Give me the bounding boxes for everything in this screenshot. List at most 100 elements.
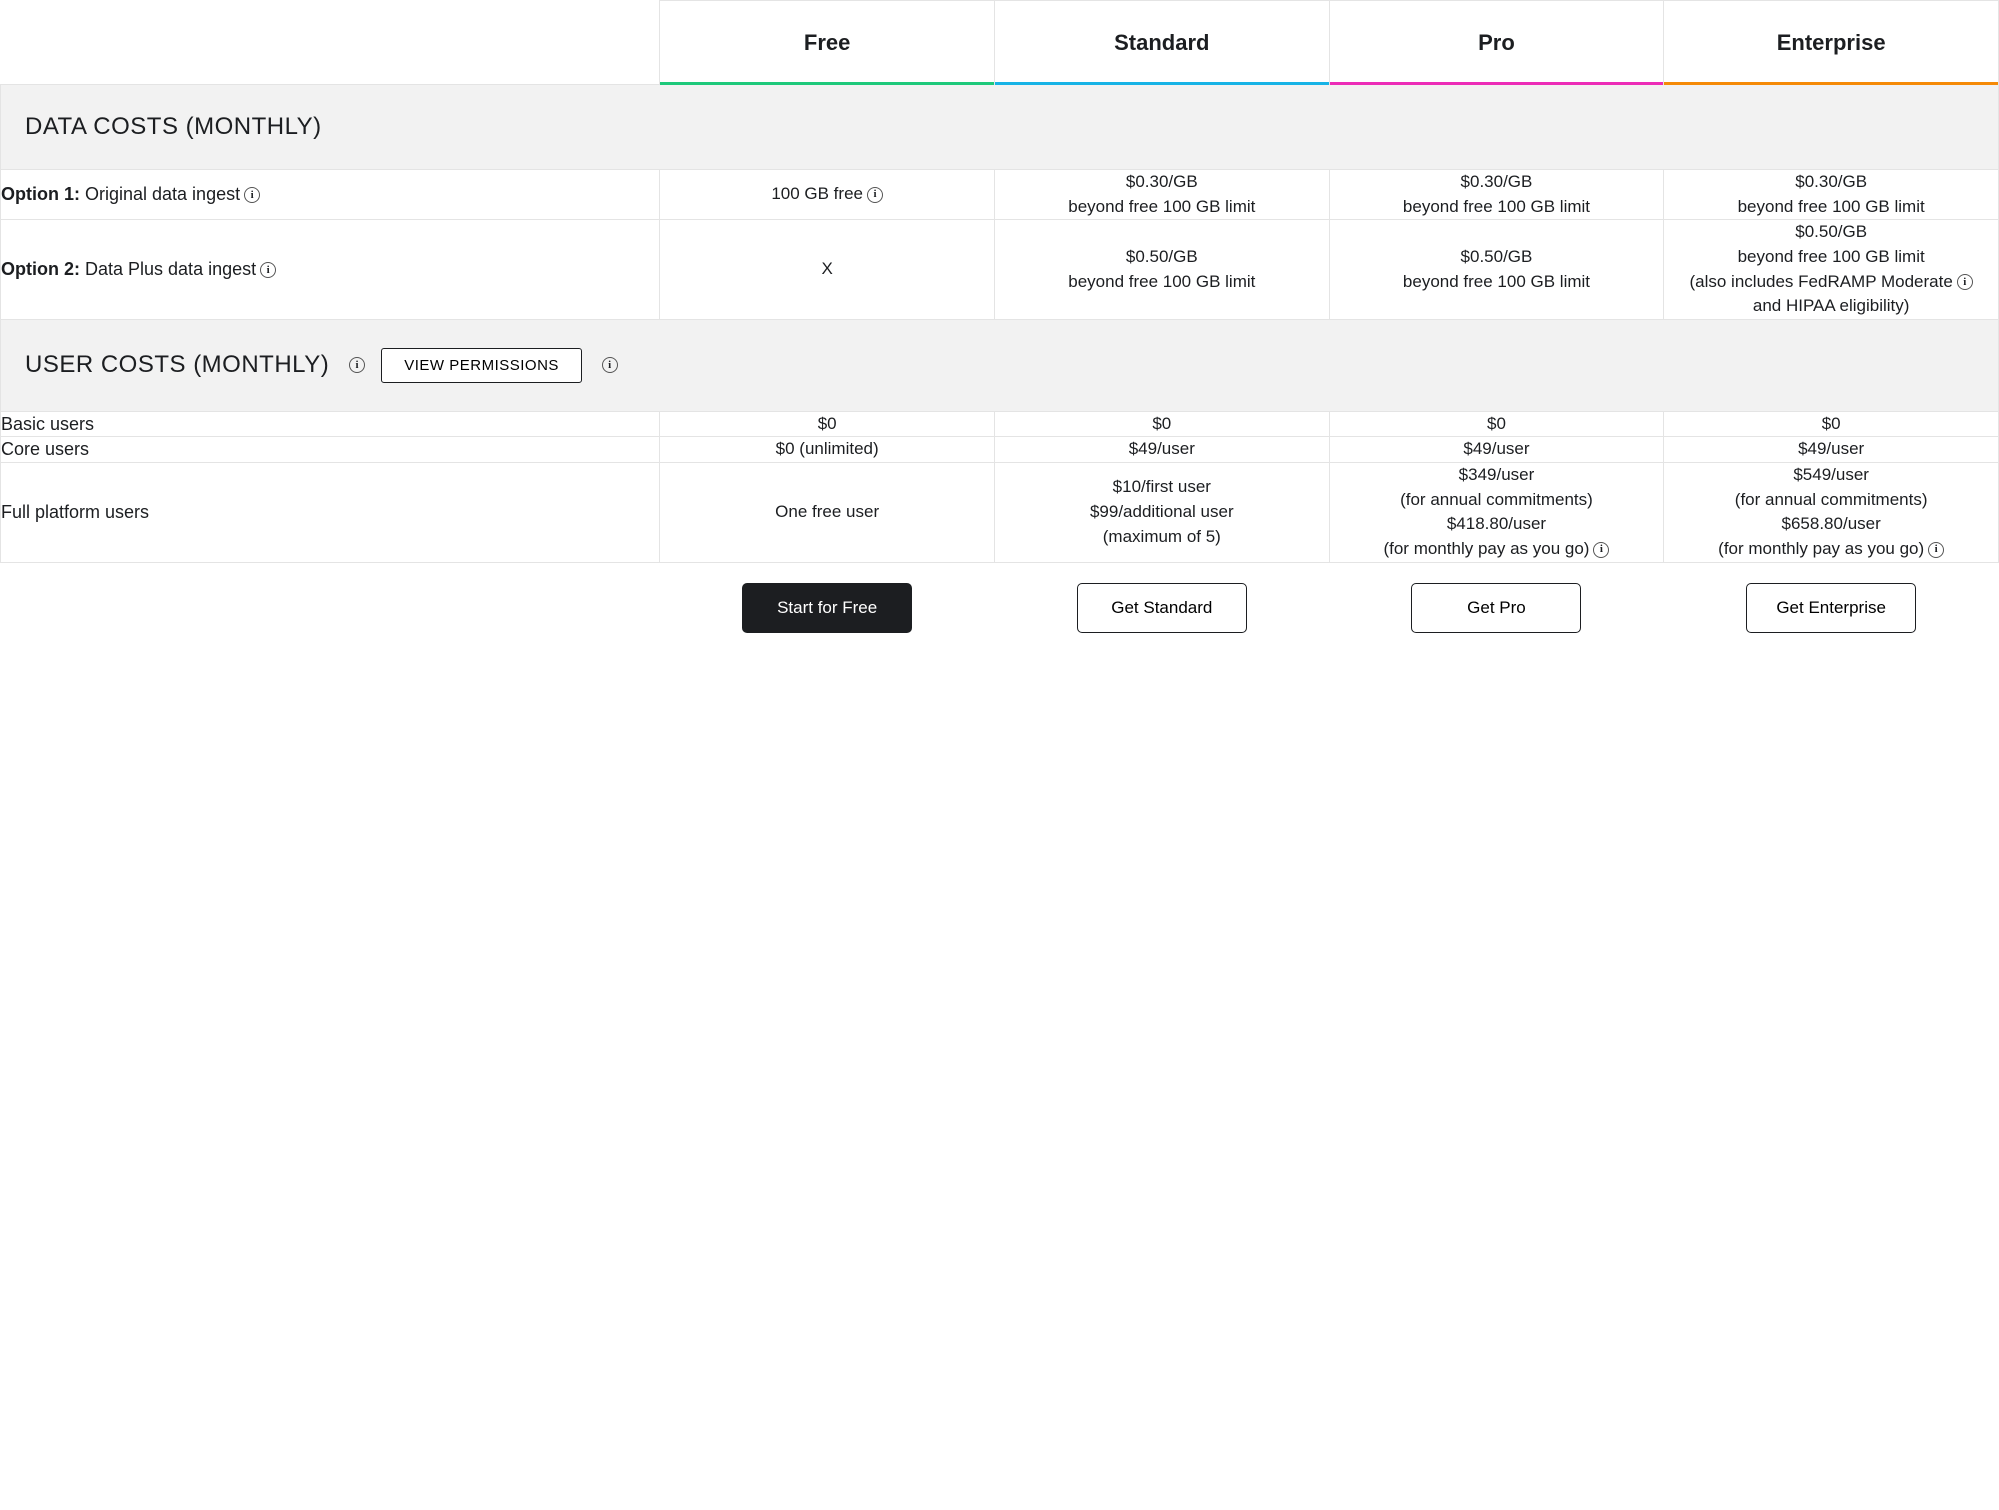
cell-line: 100 GB freei [660,182,994,207]
tier-name: Pro [1478,30,1515,55]
info-icon[interactable]: i [244,187,260,203]
table-cell: $49/user [1664,437,1999,463]
tier-underline [1664,82,1998,85]
cta-button[interactable]: Get Standard [1077,583,1247,633]
table-cell: $49/user [994,437,1329,463]
tier-header-free: Free [660,1,995,85]
info-icon[interactable]: i [1593,542,1609,558]
table-row: Option 1: Original data ingesti100 GB fr… [1,170,1999,220]
row-label-bold: Option 1: [1,184,80,204]
table-cell: $0 (unlimited) [660,437,995,463]
tier-underline [660,82,994,85]
table-cell: 100 GB freei [660,170,995,220]
cta-blank [1,562,660,653]
cell-line: and HIPAA eligibility) [1664,294,1998,319]
cell-line: $0.30/GB [1330,170,1664,195]
pricing-body: DATA COSTS (MONTHLY) Option 1: Original d… [1,85,1999,653]
table-row: Option 2: Data Plus data ingestiX$0.50/G… [1,220,1999,320]
table-cell: $0.30/GBbeyond free 100 GB limit [1329,170,1664,220]
cell-line: $349/user [1330,463,1664,488]
cell-line: beyond free 100 GB limit [1330,195,1664,220]
cta-button[interactable]: Get Pro [1411,583,1581,633]
cell-line: beyond free 100 GB limit [995,195,1329,220]
cta-cell: Get Pro [1329,562,1664,653]
row-label: Full platform users [1,463,660,563]
table-cell: $0 [994,411,1329,437]
table-row: Core users$0 (unlimited)$49/user$49/user… [1,437,1999,463]
cta-cell: Get Standard [994,562,1329,653]
cell-line: $0.30/GB [995,170,1329,195]
table-cell: $10/first user$99/additional user(maximu… [994,463,1329,563]
tier-header-pro: Pro [1329,1,1664,85]
cell-line: $10/first user [995,475,1329,500]
tier-name: Free [804,30,850,55]
section-header-user-costs: USER COSTS (MONTHLY) i VIEW PERMISSIONS i [1,319,1999,411]
cell-line: $0.50/GB [1664,220,1998,245]
cell-line: $49/user [1330,437,1664,462]
tier-header-standard: Standard [994,1,1329,85]
table-cell: One free user [660,463,995,563]
table-cell: $0 [1664,411,1999,437]
row-label: Basic users [1,411,660,437]
table-cell: $0.30/GBbeyond free 100 GB limit [994,170,1329,220]
cell-line: $0 [995,412,1329,437]
table-cell: $49/user [1329,437,1664,463]
cell-line: $0.30/GB [1664,170,1998,195]
row-label-text: Original data ingest [80,184,240,204]
info-icon[interactable]: i [349,357,365,373]
table-row: Full platform usersOne free user$10/firs… [1,463,1999,563]
info-icon[interactable]: i [1957,274,1973,290]
header-blank [1,1,660,85]
tier-header-enterprise: Enterprise [1664,1,1999,85]
cell-line: beyond free 100 GB limit [995,270,1329,295]
table-cell: $0 [660,411,995,437]
info-icon[interactable]: i [867,187,883,203]
cell-line: $0 [1664,412,1998,437]
cell-line: beyond free 100 GB limit [1664,195,1998,220]
section-title-cell: USER COSTS (MONTHLY) i VIEW PERMISSIONS i [1,319,1999,411]
cta-button[interactable]: Get Enterprise [1746,583,1916,633]
cell-line: X [660,257,994,282]
cell-line: (for monthly pay as you go)i [1664,537,1998,562]
cell-line: $549/user [1664,463,1998,488]
cta-cell: Start for Free [660,562,995,653]
table-cell: $0.50/GBbeyond free 100 GB limit [994,220,1329,320]
cta-button[interactable]: Start for Free [742,583,912,633]
table-cell: $0.50/GBbeyond free 100 GB limit [1329,220,1664,320]
cell-line: $0 [1330,412,1664,437]
table-cell: $0 [1329,411,1664,437]
cell-line: (for annual commitments) [1664,488,1998,513]
cell-line: (for annual commitments) [1330,488,1664,513]
row-label: Option 1: Original data ingesti [1,170,660,220]
table-cell: $349/user(for annual commitments)$418.80… [1329,463,1664,563]
table-cell: X [660,220,995,320]
row-label-text: Data Plus data ingest [80,259,256,279]
pricing-comparison-table: Free Standard Pro Enterprise DATA COSTS … [0,0,1999,653]
cell-line: $49/user [1664,437,1998,462]
table-cell: $0.50/GBbeyond free 100 GB limit(also in… [1664,220,1999,320]
cell-line: (maximum of 5) [995,525,1329,550]
info-icon[interactable]: i [1928,542,1944,558]
cell-line: $0.50/GB [995,245,1329,270]
table-cell: $0.30/GBbeyond free 100 GB limit [1664,170,1999,220]
tier-name: Standard [1114,30,1209,55]
view-permissions-button[interactable]: VIEW PERMISSIONS [381,348,582,383]
section-title: DATA COSTS (MONTHLY) [25,113,322,141]
cell-line: (also includes FedRAMP Moderatei [1664,270,1998,295]
info-icon[interactable]: i [602,357,618,373]
row-label-bold: Option 2: [1,259,80,279]
info-icon[interactable]: i [260,262,276,278]
cell-line: (for monthly pay as you go)i [1330,537,1664,562]
cta-row: Start for Free Get Standard Get Pro Get Ent… [1,562,1999,653]
row-label: Core users [1,437,660,463]
row-label: Option 2: Data Plus data ingesti [1,220,660,320]
cell-line: beyond free 100 GB limit [1664,245,1998,270]
table-row: Basic users$0$0$0$0 [1,411,1999,437]
cell-line: $658.80/user [1664,512,1998,537]
tier-underline [995,82,1329,85]
cell-line: $418.80/user [1330,512,1664,537]
tier-header-row: Free Standard Pro Enterprise [1,1,1999,85]
section-title: USER COSTS (MONTHLY) [25,351,329,379]
tier-underline [1330,82,1664,85]
cell-line: beyond free 100 GB limit [1330,270,1664,295]
